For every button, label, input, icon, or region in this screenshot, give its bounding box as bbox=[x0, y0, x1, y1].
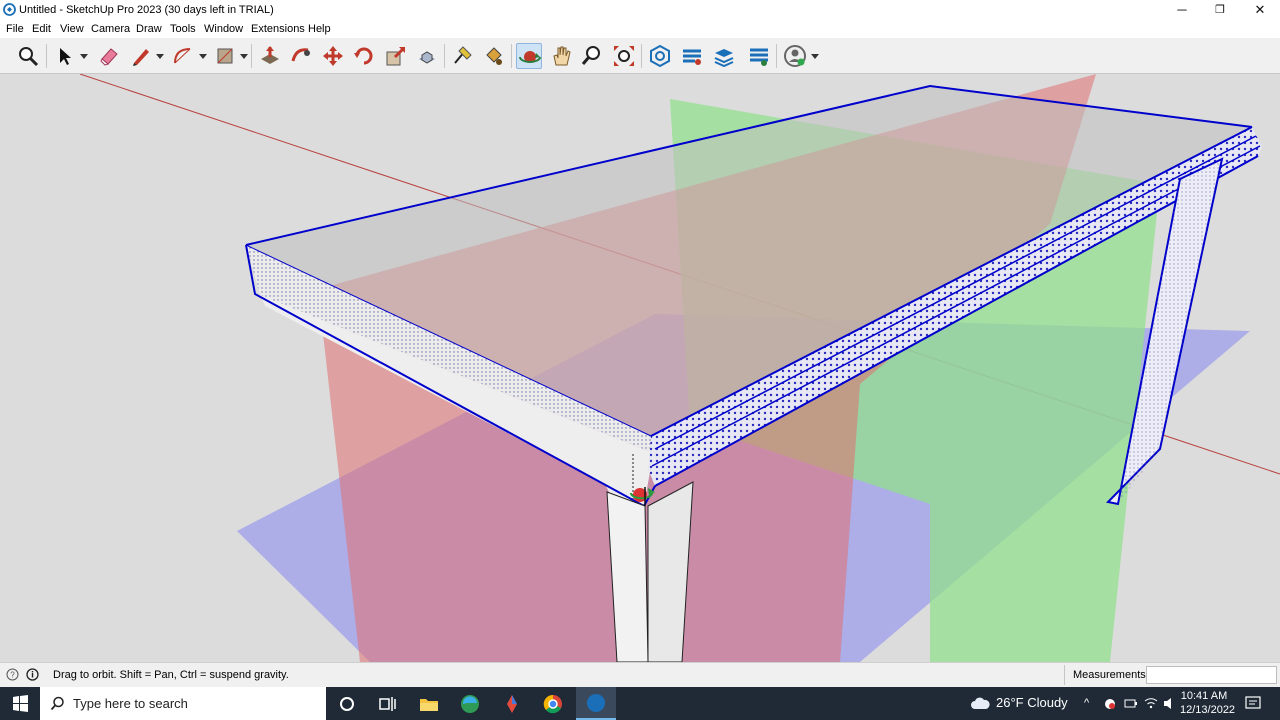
status-hint-text: Drag to orbit. Shift = Pan, Ctrl = suspe… bbox=[53, 669, 289, 681]
search-placeholder: Type here to search bbox=[73, 696, 188, 711]
chevron-down-icon[interactable] bbox=[156, 54, 164, 60]
tape-measure-tool-icon[interactable] bbox=[449, 43, 475, 69]
layout-icon[interactable] bbox=[711, 43, 737, 69]
windows-start-icon[interactable] bbox=[0, 687, 40, 720]
scene-canvas[interactable] bbox=[0, 74, 1280, 662]
toolbar-separator bbox=[511, 44, 512, 68]
sketchup-taskbar-icon bbox=[587, 694, 605, 712]
rotate-tool-icon[interactable] bbox=[351, 43, 377, 69]
rectangle-tool-icon[interactable] bbox=[212, 43, 238, 69]
offset-tool-icon[interactable] bbox=[414, 43, 440, 69]
chevron-down-icon[interactable] bbox=[199, 54, 207, 60]
battery-icon[interactable] bbox=[1124, 698, 1138, 709]
browser-edge-icon[interactable] bbox=[457, 691, 483, 717]
sketchup-logo-icon bbox=[3, 3, 16, 16]
windows-taskbar: Type here to search 26°F Cloudy ^ 10:41 … bbox=[0, 687, 1280, 720]
menu-tools[interactable]: Tools bbox=[170, 23, 196, 35]
menu-window[interactable]: Window bbox=[204, 23, 243, 35]
clock-time: 10:41 AM bbox=[1180, 690, 1228, 702]
profile-icon[interactable] bbox=[782, 43, 808, 69]
menu-edit[interactable]: Edit bbox=[32, 23, 51, 35]
paint-bucket-tool-icon[interactable] bbox=[480, 43, 506, 69]
close-button[interactable]: ✕ bbox=[1240, 0, 1280, 20]
menu-camera[interactable]: Camera bbox=[91, 23, 130, 35]
taskbar-clock[interactable]: 10:41 AM 12/13/2022 bbox=[1180, 689, 1236, 717]
chevron-down-icon[interactable] bbox=[80, 54, 88, 60]
large-toolset-toolbar bbox=[0, 38, 1280, 74]
volume-icon[interactable] bbox=[1163, 697, 1177, 710]
title-bar: Untitled - SketchUp Pro 2023 (30 days le… bbox=[0, 0, 1280, 20]
zoom-window-tool-icon[interactable] bbox=[579, 43, 605, 69]
toolbar-separator bbox=[776, 44, 777, 68]
zoom-extents-tool-icon[interactable] bbox=[611, 43, 637, 69]
menu-extensions[interactable]: Extensions bbox=[251, 23, 305, 35]
zoom-tool-icon[interactable] bbox=[15, 43, 41, 69]
toolbar-separator bbox=[251, 44, 252, 68]
chevron-down-icon[interactable] bbox=[240, 54, 248, 60]
sandbox-icon[interactable] bbox=[746, 43, 772, 69]
measurements-divider bbox=[1064, 665, 1065, 685]
push-pull-tool-icon[interactable] bbox=[257, 43, 283, 69]
toolbar-separator bbox=[444, 44, 445, 68]
menu-file[interactable]: File bbox=[6, 23, 24, 35]
tray-app-icon[interactable] bbox=[1103, 697, 1117, 711]
app-taskbar-icon[interactable] bbox=[499, 691, 525, 717]
select-tool-icon[interactable] bbox=[52, 43, 78, 69]
chevron-down-icon[interactable] bbox=[811, 54, 819, 60]
chevron-up-icon[interactable]: ^ bbox=[1084, 697, 1089, 709]
wifi-icon[interactable] bbox=[1144, 697, 1158, 709]
move-tool-icon[interactable] bbox=[320, 43, 346, 69]
toolbar-separator bbox=[46, 44, 47, 68]
menu-help[interactable]: Help bbox=[308, 23, 331, 35]
search-icon bbox=[50, 696, 64, 711]
menu-bar: File Edit View Camera Draw Tools Window … bbox=[0, 20, 1280, 38]
status-bar: ? Drag to orbit. Shift = Pan, Ctrl = sus… bbox=[0, 662, 1280, 687]
model-viewport[interactable] bbox=[0, 74, 1280, 662]
menu-view[interactable]: View bbox=[60, 23, 84, 35]
measurements-input[interactable] bbox=[1146, 666, 1277, 684]
extension-warehouse-icon[interactable] bbox=[679, 43, 705, 69]
arc-tool-icon[interactable] bbox=[170, 43, 196, 69]
geolocation-icon[interactable]: ? bbox=[6, 668, 19, 681]
cortana-icon[interactable] bbox=[334, 691, 360, 717]
sketchup-taskbar-button[interactable] bbox=[576, 687, 616, 720]
weather-text[interactable]: 26°F Cloudy bbox=[996, 695, 1068, 710]
task-view-icon[interactable] bbox=[374, 691, 400, 717]
toolbar-separator bbox=[641, 44, 642, 68]
pan-tool-icon[interactable] bbox=[548, 43, 574, 69]
restore-button[interactable]: ❐ bbox=[1200, 0, 1240, 20]
file-explorer-icon[interactable] bbox=[416, 691, 442, 717]
cloud-weather-icon bbox=[971, 697, 990, 709]
menu-draw[interactable]: Draw bbox=[136, 23, 162, 35]
svg-text:?: ? bbox=[10, 671, 15, 680]
measurements-label: Measurements bbox=[1073, 669, 1146, 681]
info-icon[interactable] bbox=[26, 668, 39, 681]
minimize-button[interactable]: ─ bbox=[1162, 0, 1202, 20]
follow-me-tool-icon[interactable] bbox=[288, 43, 314, 69]
eraser-tool-icon[interactable] bbox=[96, 43, 122, 69]
notifications-icon[interactable] bbox=[1245, 696, 1261, 711]
clock-date: 12/13/2022 bbox=[1180, 704, 1236, 716]
chrome-icon[interactable] bbox=[540, 691, 566, 717]
taskbar-search-box[interactable]: Type here to search bbox=[40, 687, 326, 720]
window-title: Untitled - SketchUp Pro 2023 (30 days le… bbox=[19, 4, 274, 16]
pencil-line-tool-icon[interactable] bbox=[128, 43, 154, 69]
scale-tool-icon[interactable] bbox=[383, 43, 409, 69]
warehouse-icon[interactable] bbox=[647, 43, 673, 69]
orbit-tool-icon[interactable] bbox=[516, 43, 542, 69]
